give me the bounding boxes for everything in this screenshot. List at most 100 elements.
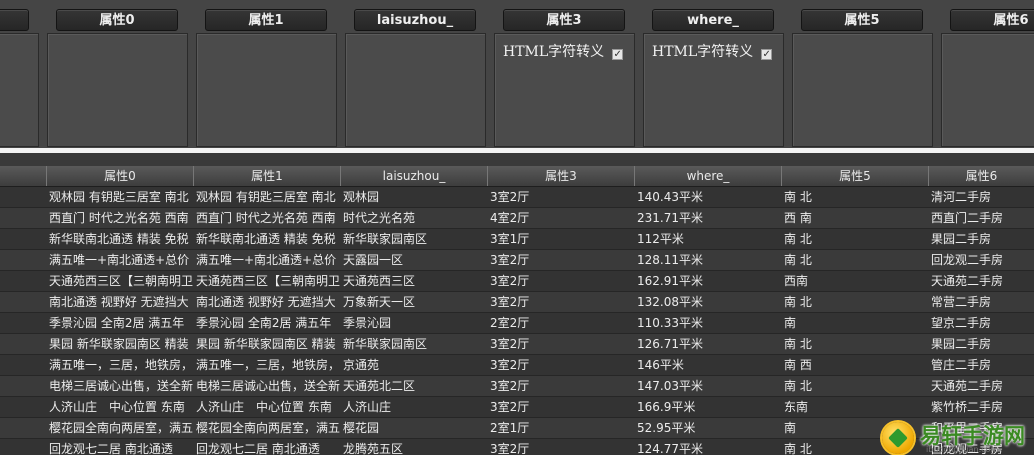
table-cell: 西 南 xyxy=(784,211,812,225)
table-cell: 季景沁园 全南2居 满五年 xyxy=(196,316,332,330)
table-cell: 紫竹桥二手房 xyxy=(931,400,1004,414)
table-cell: 天通苑二手房 xyxy=(931,379,1004,393)
table-cell: 东南 xyxy=(784,400,809,414)
table-cell: 2室2厅 xyxy=(490,316,530,330)
table-cell: 新华联家园南区 xyxy=(343,337,428,351)
table-cell: 新华联南北通透 精装 免税 xyxy=(196,232,336,246)
grid-header: 属性0 属性1 laisuzhou_ 属性3 where_ 属性5 属性6 xyxy=(0,166,1034,187)
table-row[interactable]: 电梯三居诚心出售，送全新 电梯三居诚心出售，送全新 天通苑北二区 3室2厅 147.03… xyxy=(0,376,1034,397)
table-cell: 231.71平米 xyxy=(637,211,703,225)
watermark-logo-icon xyxy=(882,422,914,454)
field-panel xyxy=(792,33,933,147)
table-cell: 128.11平米 xyxy=(637,253,703,267)
table-cell: 天通苑二手房 xyxy=(931,274,1004,288)
table-cell: 新华联家园南区 xyxy=(343,232,428,246)
grid-column-header[interactable]: 属性0 xyxy=(46,166,193,186)
field-button[interactable]: 属性1 xyxy=(205,9,327,31)
field-button[interactable]: 属性6 xyxy=(950,9,1034,31)
table-row[interactable]: 天通苑西三区【三朝南明卫 天通苑西三区【三朝南明卫 天通苑西三区 3室2厅 162.91… xyxy=(0,271,1034,292)
table-cell: 3室2厅 xyxy=(490,337,530,351)
table-cell: 满五唯一，三居，地铁房， xyxy=(196,358,340,372)
table-cell: 3室2厅 xyxy=(490,379,530,393)
field-button[interactable]: 属性5 xyxy=(801,9,923,31)
splitter-gap xyxy=(0,153,1034,166)
table-row[interactable]: 季景沁园 全南2居 满五年 季景沁园 全南2居 满五年 季景沁园 2室2厅 110.33… xyxy=(0,313,1034,334)
table-cell: 147.03平米 xyxy=(637,379,703,393)
field-button[interactable]: laisuzhou_ xyxy=(354,9,476,31)
table-cell: 回龙观七二居 南北通透 xyxy=(49,442,173,455)
table-row[interactable]: 满五唯一，三居，地铁房， 满五唯一，三居，地铁房， 京通苑 3室2厅 146平米南 西管… xyxy=(0,355,1034,376)
table-cell: 京通苑 xyxy=(343,358,380,372)
table-cell: 162.91平米 xyxy=(637,274,703,288)
table-row[interactable]: 满五唯一+南北通透+总价 满五唯一+南北通透+总价 天露园一区 3室2厅 128.11平… xyxy=(0,250,1034,271)
grid-column-header[interactable]: 属性3 xyxy=(487,166,634,186)
table-cell: 果园二手房 xyxy=(931,232,992,246)
table-cell: 西直门 时代之光名苑 西南 xyxy=(49,211,189,225)
table-cell: 南 xyxy=(784,316,797,330)
watermark-subtitle: ibudongguan.com xyxy=(926,445,999,454)
html-escape-label: HTML字符转义 xyxy=(652,44,754,60)
table-cell: 3室2厅 xyxy=(490,400,530,414)
table-cell: 常营二手房 xyxy=(931,295,992,309)
table-cell: 人济山庄 中心位置 东南 xyxy=(196,400,332,414)
table-cell: 樱花园全南向两居室，满五 xyxy=(49,421,193,435)
html-escape-checkbox[interactable]: ✓ xyxy=(761,49,773,60)
table-cell: 南 北 xyxy=(784,295,812,309)
field-panel-partial xyxy=(0,33,39,147)
table-cell: 天通苑西三区【三朝南明卫 xyxy=(196,274,340,288)
table-cell: 西直门二手房 xyxy=(931,211,1004,225)
table-cell: 果园二手房 xyxy=(931,337,992,351)
table-cell: 樱花园 xyxy=(343,421,380,435)
table-row[interactable]: 观林园 有钥匙三居室 南北 观林园 有钥匙三居室 南北 观林园 3室2厅 140.43平… xyxy=(0,187,1034,208)
grid-column-header[interactable]: 属性6 xyxy=(928,166,1034,186)
grid-column-header[interactable]: laisuzhou_ xyxy=(340,166,487,186)
html-escape-option[interactable]: HTML字符转义 ✓ xyxy=(652,41,773,61)
table-cell: 回龙观二手房 xyxy=(931,253,1004,267)
table-cell: 西直门 时代之光名苑 西南 xyxy=(196,211,336,225)
table-cell: 西南 xyxy=(784,274,809,288)
table-cell: 天通苑西三区【三朝南明卫 xyxy=(49,274,193,288)
table-row[interactable]: 回龙观七二居 南北通透 回龙观七二居 南北通透 龙腾苑五区 3室2厅 124.77平米南… xyxy=(0,439,1034,455)
table-cell: 南 北 xyxy=(784,379,812,393)
table-cell: 新华联南北通透 精装 免税 xyxy=(49,232,189,246)
field-button[interactable]: 属性3 xyxy=(503,9,625,31)
data-grid: 属性0 属性1 laisuzhou_ 属性3 where_ 属性5 属性6 观林园 有钥匙三… xyxy=(0,166,1034,455)
table-cell: 满五唯一+南北通透+总价 xyxy=(49,253,190,267)
html-escape-checkbox[interactable]: ✓ xyxy=(612,49,624,60)
field-panel xyxy=(47,33,188,147)
field-button-partial[interactable] xyxy=(0,9,29,31)
table-cell: 龙腾苑五区 xyxy=(343,442,404,455)
table-cell: 观林园 有钥匙三居室 南北 xyxy=(49,190,189,204)
table-row[interactable]: 新华联南北通透 精装 免税 新华联南北通透 精装 免税 新华联家园南区 3室1厅 112… xyxy=(0,229,1034,250)
table-row[interactable]: 果园 新华联家园南区 精装 果园 新华联家园南区 精装 新华联家园南区 3室2厅 126… xyxy=(0,334,1034,355)
table-row[interactable]: 南北通透 视野好 无遮挡大 南北通透 视野好 无遮挡大 万象新天一区 3室2厅 132.… xyxy=(0,292,1034,313)
table-cell: 回龙观七二居 南北通透 xyxy=(196,442,320,455)
field-button[interactable]: where_ xyxy=(652,9,774,31)
table-cell: 季景沁园 全南2居 满五年 xyxy=(49,316,185,330)
field-button[interactable]: 属性0 xyxy=(56,9,178,31)
table-cell: 3室2厅 xyxy=(490,442,530,455)
table-cell: 人济山庄 中心位置 东南 xyxy=(49,400,185,414)
table-row[interactable]: 人济山庄 中心位置 东南 人济山庄 中心位置 东南 人济山庄 3室2厅 166.9平米东… xyxy=(0,397,1034,418)
watermark: 易轩手游网 ibudongguan.com xyxy=(882,419,1032,455)
table-cell: 3室2厅 xyxy=(490,274,530,288)
field-config-area: 属性0 属性1 laisuzhou_ 属性3 HTML字符转义 ✓ where_ HTML字符… xyxy=(0,0,1034,148)
table-cell: 望京二手房 xyxy=(931,316,992,330)
table-cell: 124.77平米 xyxy=(637,442,703,455)
table-cell: 52.95平米 xyxy=(637,421,696,435)
table-cell: 2室1厅 xyxy=(490,421,530,435)
table-cell: 南 北 xyxy=(784,232,812,246)
field-panel xyxy=(196,33,337,147)
table-cell: 清河二手房 xyxy=(931,190,992,204)
table-cell: 人济山庄 xyxy=(343,400,392,414)
table-row[interactable]: 西直门 时代之光名苑 西南 西直门 时代之光名苑 西南 时代之光名苑 4室2厅 231.… xyxy=(0,208,1034,229)
table-cell: 112平米 xyxy=(637,232,684,246)
table-row[interactable]: 樱花园全南向两居室，满五 樱花园全南向两居室，满五 樱花园 2室1厅 52.95平米南和… xyxy=(0,418,1034,439)
html-escape-option[interactable]: HTML字符转义 ✓ xyxy=(503,41,624,61)
table-cell: 3室2厅 xyxy=(490,295,530,309)
table-cell: 万象新天一区 xyxy=(343,295,416,309)
html-escape-label: HTML字符转义 xyxy=(503,44,605,60)
grid-column-header[interactable]: where_ xyxy=(634,166,781,186)
grid-column-header[interactable]: 属性5 xyxy=(781,166,928,186)
grid-column-header[interactable]: 属性1 xyxy=(193,166,340,186)
